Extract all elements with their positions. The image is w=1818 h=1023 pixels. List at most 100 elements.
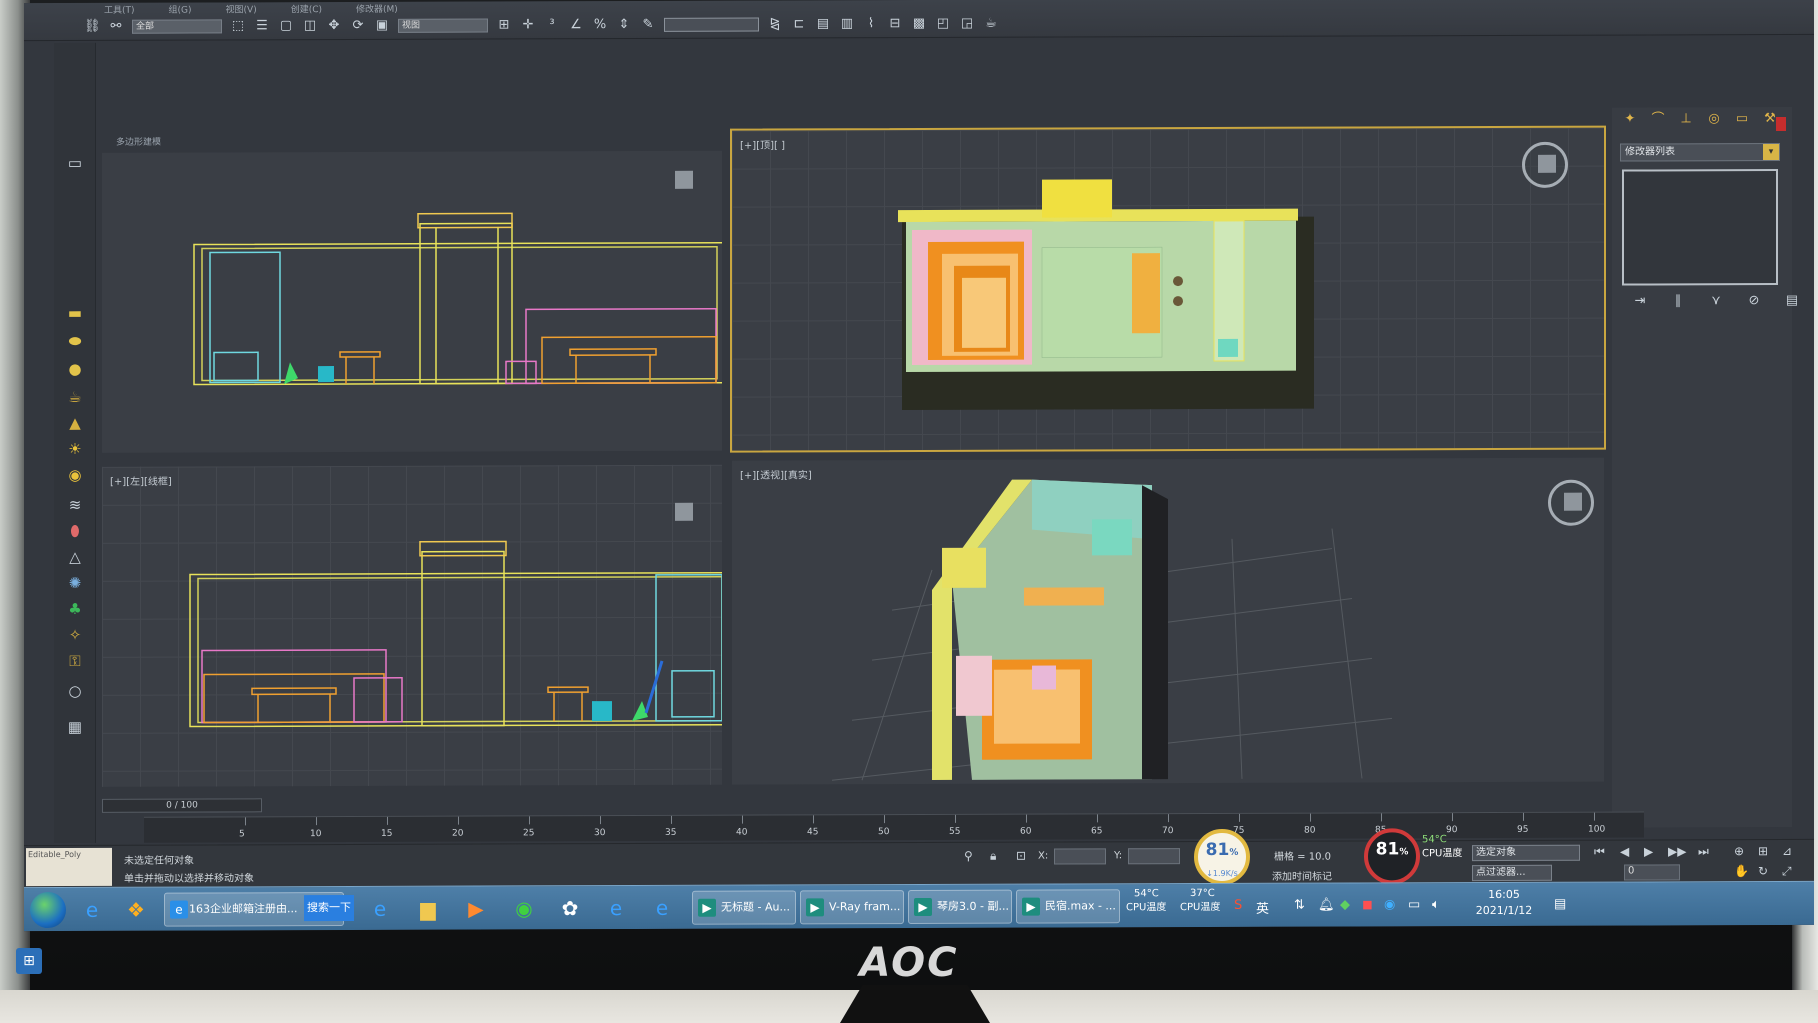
layers-icon[interactable]: ▤	[815, 16, 831, 32]
remove-modifier-icon[interactable]: ⊘	[1746, 293, 1762, 309]
key-filters-button[interactable]: 点过滤器...	[1472, 864, 1552, 882]
timeline-track[interactable]: 5101520253035404550556065707580859095100	[144, 811, 1644, 843]
app-red-icon[interactable]: ◼	[1362, 897, 1373, 912]
y-coord-field[interactable]	[1128, 848, 1180, 865]
menu-item-group[interactable]: 组(G)	[169, 3, 192, 16]
named-selection-dropdown[interactable]	[664, 17, 759, 32]
cone-icon[interactable]: ▲	[65, 413, 85, 433]
pivot-icon[interactable]: ⊞	[496, 17, 512, 33]
scale-icon[interactable]: ▣	[374, 18, 390, 34]
menu-item-tools[interactable]: 工具(T)	[104, 3, 135, 16]
curve-editor-icon[interactable]: ⌇	[863, 16, 879, 32]
ime-icon[interactable]: 英	[1256, 898, 1269, 917]
sogou-icon[interactable]: S	[1234, 898, 1242, 913]
maximize-viewport-icon[interactable]: ⤢	[1782, 864, 1792, 879]
cpu-gauge[interactable]: 81%	[1364, 828, 1420, 885]
modify-tab-icon[interactable]: ⌒	[1650, 111, 1666, 127]
render-setup-icon[interactable]: ◰	[935, 16, 951, 32]
viewport-top[interactable]: [+][顶][ ]	[730, 125, 1606, 453]
lock-icon[interactable]: ⚿	[65, 651, 85, 671]
layout-icon[interactable]: ▦	[65, 717, 85, 737]
menu-item-create[interactable]: 创建(C)	[291, 2, 322, 15]
hierarchy-tab-icon[interactable]: ⊥	[1678, 111, 1694, 127]
show-end-result-icon[interactable]: ∥	[1670, 293, 1686, 309]
security-icon[interactable]: ◆	[1340, 897, 1350, 912]
cylinder-icon[interactable]: ⬬	[65, 331, 85, 351]
maxscript-listener[interactable]: Editable_Poly	[26, 847, 112, 887]
current-frame-field[interactable]: 0	[1624, 864, 1680, 881]
viewport-perspective[interactable]: [+][透视][真实]	[732, 457, 1604, 785]
app-blue-icon[interactable]: ◉	[1384, 897, 1395, 912]
make-unique-icon[interactable]: ⋎	[1708, 293, 1724, 309]
scene-explorer-icon[interactable]: ▥	[839, 16, 855, 32]
windows-logo-icon[interactable]: ❖	[120, 894, 152, 926]
move-icon[interactable]: ✥	[326, 18, 342, 34]
selection-set-dropdown[interactable]: 选定对象	[1472, 844, 1580, 862]
goto-start-icon[interactable]: ⏮	[1594, 845, 1605, 860]
add-time-tag[interactable]: 添加时间标记	[1272, 868, 1332, 883]
create-tab-icon[interactable]: ✦	[1622, 111, 1638, 127]
percent-snap-icon[interactable]: %	[592, 17, 608, 33]
box-icon[interactable]: ▭	[65, 153, 85, 173]
teapot-icon[interactable]: ☕	[65, 387, 85, 407]
rect-select-icon[interactable]: ▢	[278, 18, 294, 34]
app-flower-icon[interactable]: ✿	[554, 892, 586, 924]
absolute-mode-icon[interactable]: ⊡	[1016, 849, 1026, 863]
bell-icon[interactable]: 🔔︎	[1318, 898, 1335, 913]
rotate-icon[interactable]: ⟳	[350, 18, 366, 34]
goto-end-icon[interactable]: ⏭	[1698, 844, 1709, 859]
link-icon[interactable]: ⛓	[84, 19, 101, 35]
sun-icon[interactable]: ☀	[65, 439, 85, 459]
spinner-snap-icon[interactable]: ⇕	[616, 17, 632, 33]
task-minsu[interactable]: ▶ 民宿.max - ...	[1016, 889, 1120, 924]
torus-icon[interactable]: ◉	[65, 465, 85, 485]
notification-icon[interactable]: ▤	[1554, 897, 1566, 912]
configure-sets-icon[interactable]: ▤	[1784, 293, 1800, 309]
pan-icon[interactable]: ✋	[1734, 864, 1749, 878]
orbit-icon[interactable]: ↻	[1758, 864, 1768, 878]
app-green-icon[interactable]: ◉	[508, 892, 540, 924]
clock-date[interactable]: 2021/1/12	[1464, 904, 1544, 917]
display-icon[interactable]: ▭	[1408, 897, 1420, 912]
reference-coord-field[interactable]: 视图	[398, 18, 488, 33]
zoom-extents-icon[interactable]: ⊞	[1758, 844, 1768, 858]
angle-snap-icon[interactable]: ∠	[568, 17, 584, 33]
viewport-front[interactable]	[102, 150, 722, 453]
unlink-icon[interactable]: ⚯	[108, 19, 124, 35]
task-autodesk[interactable]: ▶ 无标题 - Au...	[692, 890, 796, 925]
modifier-stack[interactable]	[1622, 169, 1778, 286]
pyramid-icon[interactable]: △	[65, 547, 85, 567]
modifier-list-dropdown[interactable]: 修改器列表 ▾	[1620, 142, 1780, 162]
ie-2-icon[interactable]: e	[600, 892, 632, 924]
plane-icon[interactable]: ▬	[65, 303, 85, 323]
select-by-name-icon[interactable]: ☰	[254, 18, 270, 34]
network-icon[interactable]: ⇅	[1294, 898, 1305, 913]
time-slider[interactable]: 0 / 100	[102, 798, 262, 813]
manipulate-icon[interactable]: ✛	[520, 17, 536, 33]
start-button[interactable]	[30, 891, 66, 929]
pin-stack-icon[interactable]: ⇥	[1632, 293, 1648, 309]
render-icon[interactable]: ☕	[983, 16, 999, 32]
stairs-icon[interactable]: ≋	[65, 495, 85, 515]
isolate-icon[interactable]: ⚲	[964, 849, 973, 863]
media-player-icon[interactable]: ▶	[460, 892, 492, 924]
geosphere-icon[interactable]: ✺	[65, 573, 85, 593]
object-color-swatch[interactable]	[1776, 116, 1786, 132]
viewport-left[interactable]: [+][左][线框]	[102, 464, 722, 787]
display-tab-icon[interactable]: ▭	[1734, 111, 1750, 127]
clock-time[interactable]: 16:05	[1464, 888, 1544, 901]
plant-icon[interactable]: ♣	[65, 599, 85, 619]
material-editor-icon[interactable]: ▩	[911, 16, 927, 32]
circle-icon[interactable]: ○	[65, 681, 85, 701]
capsule-icon[interactable]: ⬮	[65, 521, 85, 541]
edge-icon[interactable]: e	[364, 893, 396, 925]
menu-item-views[interactable]: 视图(V)	[226, 2, 257, 15]
play-icon[interactable]: ▶	[1644, 844, 1653, 858]
lock-selection-icon[interactable]: 🔒︎	[990, 849, 996, 864]
sphere-icon[interactable]: ●	[65, 359, 85, 379]
network-gauge[interactable]: 81% ↓1.9K/s	[1194, 828, 1250, 886]
lamp-icon[interactable]: ✧	[65, 625, 85, 645]
ie-3-icon[interactable]: e	[646, 892, 678, 924]
x-coord-field[interactable]	[1054, 848, 1106, 865]
folder-icon[interactable]: ▆	[412, 893, 444, 925]
